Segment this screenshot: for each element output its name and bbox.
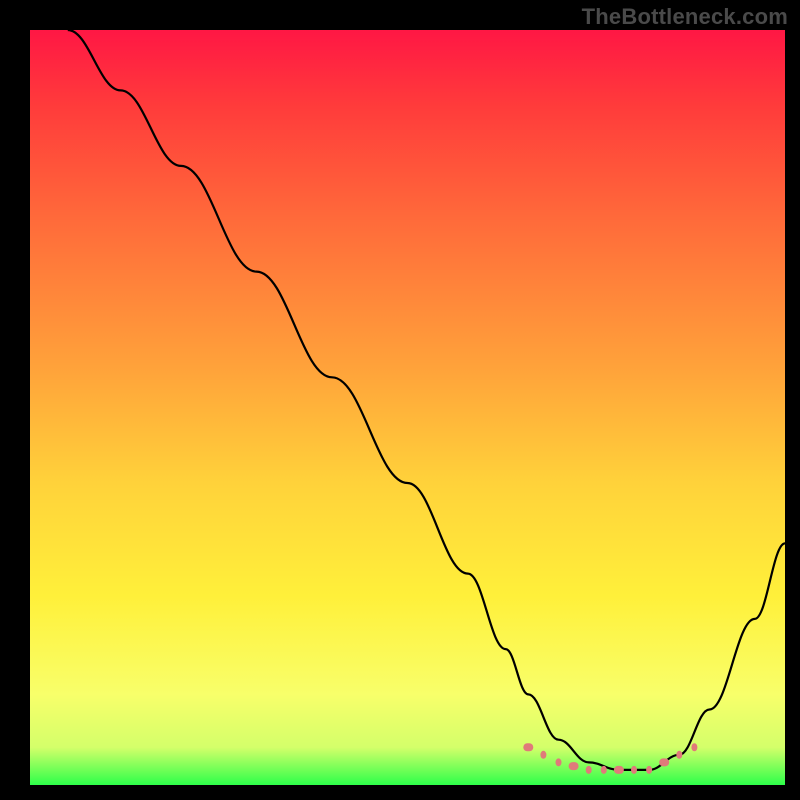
marker-dot (691, 743, 697, 751)
bottleneck-chart (0, 0, 800, 800)
marker-dot (631, 766, 637, 774)
marker-dot (659, 758, 669, 766)
marker-dot (556, 758, 562, 766)
marker-dot (646, 766, 652, 774)
marker-dot (601, 766, 607, 774)
chart-container: TheBottleneck.com (0, 0, 800, 800)
marker-dot (540, 751, 546, 759)
marker-dot (523, 743, 533, 751)
marker-dot (586, 766, 592, 774)
marker-dot (569, 762, 579, 770)
marker-dot (614, 766, 624, 774)
plot-background (30, 30, 785, 785)
watermark-text: TheBottleneck.com (582, 4, 788, 30)
marker-dot (676, 751, 682, 759)
